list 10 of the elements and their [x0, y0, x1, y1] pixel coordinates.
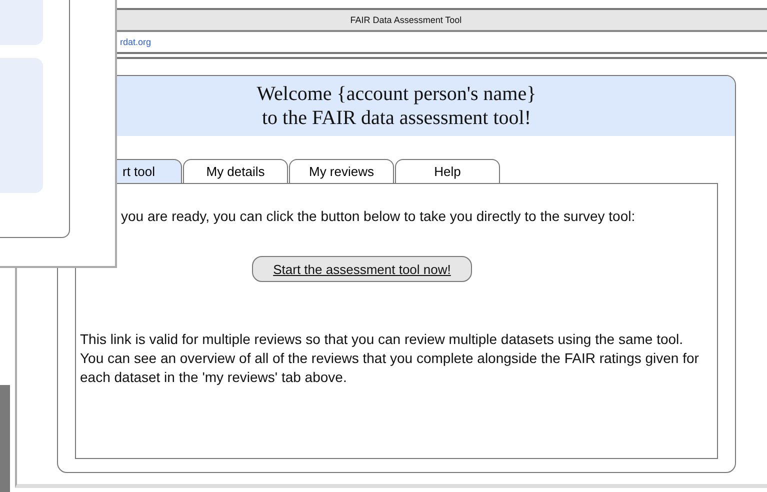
window-title: FAIR Data Assessment Tool [350, 15, 462, 25]
start-button[interactable]: Start the assessment tool now! [252, 256, 472, 282]
welcome-heading: Welcome {account person's name} to the FAIR data assessment tool! [256, 82, 536, 130]
tab[interactable]: My reviews [289, 159, 394, 183]
tab[interactable]: My details [183, 159, 288, 183]
info-paragraph: This link is valid for multiple reviews so that you can review multiple datasets using the same tool. You can see an overview of all of the reviews that you complete alongside the FAIR ratings given for each dataset in the 'my reviews' tab above. [80, 330, 700, 387]
tab[interactable]: Help [395, 159, 500, 183]
intro-text: you are ready, you can click the button below to take you directly to the survey tool: [121, 208, 636, 224]
tab[interactable]: rt tool [117, 159, 182, 183]
url-link[interactable]: rdat.org [120, 37, 152, 47]
